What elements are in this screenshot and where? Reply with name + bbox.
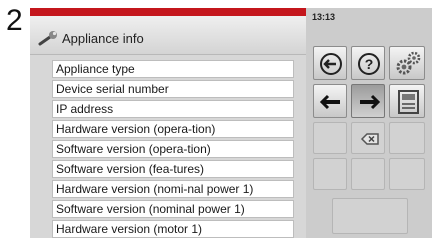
list-item[interactable]: Device serial number	[52, 80, 294, 98]
appliance-info-panel: Appliance info Appliance type Device ser…	[30, 8, 306, 238]
arrow-left-button[interactable]	[313, 84, 347, 118]
list-item[interactable]: Hardware version (opera-tion)	[52, 120, 294, 138]
arrow-right-button[interactable]	[351, 84, 385, 118]
arrow-left-icon	[319, 94, 340, 110]
keypad-wide-key[interactable]	[332, 198, 408, 234]
list-item[interactable]: Software version (fea-tures)	[52, 160, 294, 178]
keypad-key[interactable]	[313, 122, 347, 154]
save-icon	[398, 90, 419, 114]
keypad-key[interactable]	[389, 158, 425, 190]
settings-button[interactable]	[389, 46, 425, 80]
list-item[interactable]: IP address	[52, 100, 294, 118]
device-screen: Appliance info Appliance type Device ser…	[30, 8, 432, 238]
clock: 13:13	[312, 12, 336, 22]
list-item[interactable]: Software version (opera-tion)	[52, 140, 294, 158]
info-list: Appliance type Device serial number IP a…	[30, 58, 306, 238]
keypad-key[interactable]	[313, 158, 347, 190]
save-button[interactable]	[389, 84, 425, 118]
list-item[interactable]: Hardware version (motor 1)	[52, 220, 294, 238]
accent-bar	[30, 8, 306, 16]
back-icon	[320, 53, 342, 75]
panel-header: Appliance info	[30, 16, 306, 55]
list-item[interactable]: Software version (nominal power 1)	[52, 200, 294, 218]
list-item[interactable]: Hardware version (nomi-nal power 1)	[52, 180, 294, 198]
back-button[interactable]	[313, 46, 347, 80]
list-item[interactable]: Appliance type	[52, 60, 294, 78]
step-number: 2	[6, 4, 23, 37]
backspace-button[interactable]	[351, 122, 385, 154]
keypad-panel: 13:13 ?	[306, 8, 432, 238]
keypad-key[interactable]	[389, 122, 425, 154]
svg-text:?: ?	[365, 56, 374, 72]
settings-gears-icon	[396, 51, 421, 75]
help-icon: ?	[358, 53, 380, 75]
keypad-key[interactable]	[351, 158, 385, 190]
arrow-right-icon	[360, 94, 381, 110]
page-title: Appliance info	[62, 31, 144, 46]
wrench-icon	[38, 31, 57, 46]
backspace-icon	[360, 133, 379, 145]
help-button[interactable]: ?	[351, 46, 385, 80]
